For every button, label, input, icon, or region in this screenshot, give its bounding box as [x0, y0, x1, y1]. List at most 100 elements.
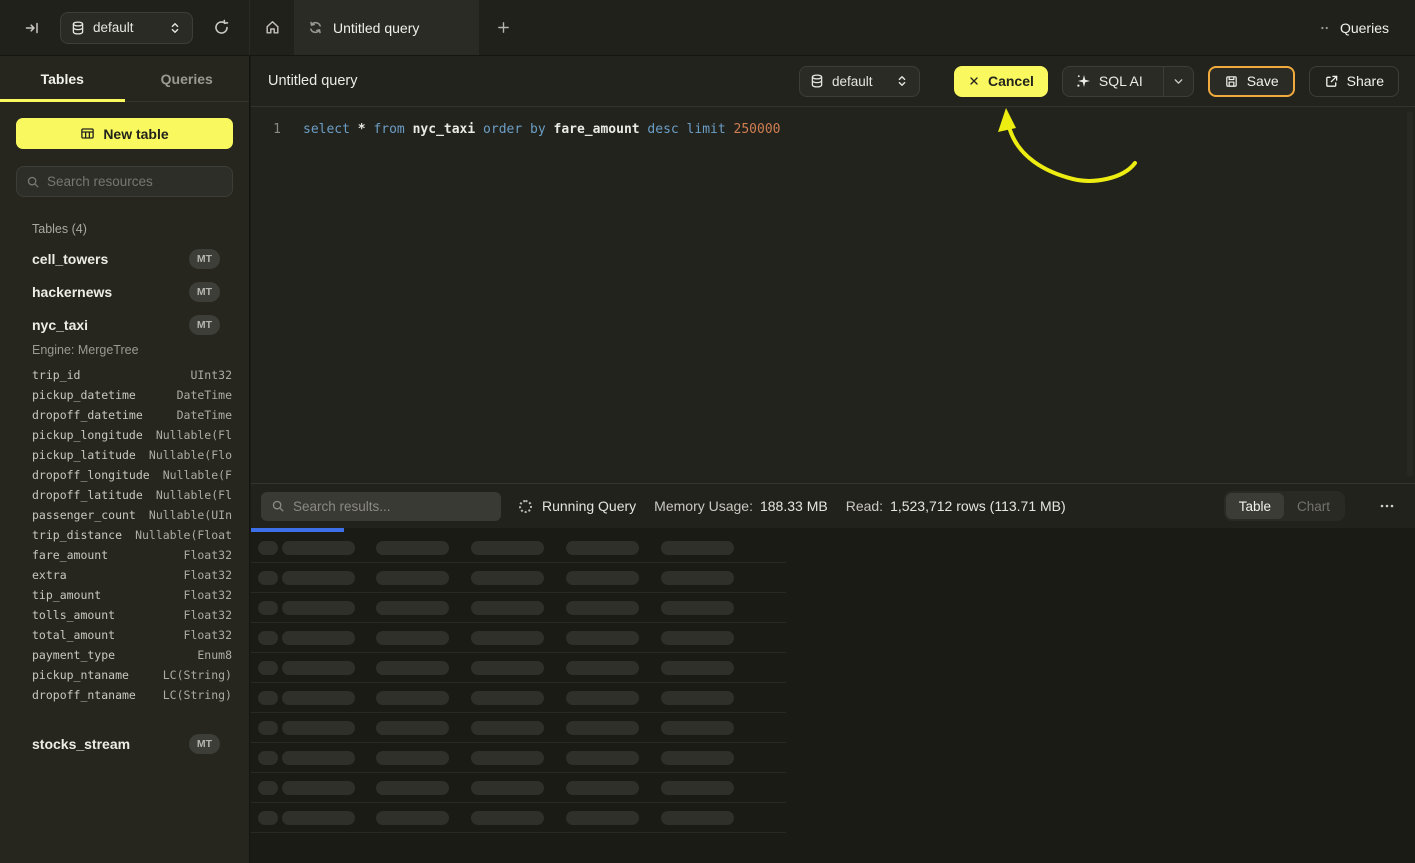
column-type: DateTime — [177, 388, 232, 402]
results-search-input[interactable] — [293, 499, 491, 514]
save-button[interactable]: Save — [1208, 66, 1295, 97]
column-row: pickup_ntanameLC(String) — [32, 665, 232, 685]
table-item-stocks_stream[interactable]: stocks_streamMT — [0, 727, 249, 760]
sql-editor[interactable]: 1 select * from nyc_taxi order by fare_a… — [251, 107, 1415, 483]
new-tab-button[interactable] — [479, 0, 527, 55]
topbar-database-selector[interactable]: default — [60, 12, 193, 44]
results-toolbar: Running Query Memory Usage: 188.33 MB Re… — [251, 483, 1415, 528]
query-progress-bar — [251, 528, 344, 532]
view-toggle-chart[interactable]: Chart — [1284, 493, 1343, 519]
memory-usage-stat: Memory Usage: 188.33 MB — [654, 498, 828, 514]
editor-scrollbar[interactable] — [1407, 111, 1413, 477]
skeleton-cell — [376, 751, 449, 765]
skeleton-cell — [282, 601, 355, 615]
home-tab-button[interactable] — [250, 0, 294, 55]
skeleton-cell — [258, 721, 278, 735]
skeleton-cell — [258, 661, 278, 675]
column-type: Float32 — [184, 588, 232, 602]
column-row: passenger_countNullable(UIn — [32, 505, 232, 525]
spacer — [0, 713, 249, 727]
skeleton-cell — [661, 811, 734, 825]
engine-badge: MT — [189, 315, 220, 335]
table-item-cell_towers[interactable]: cell_towersMT — [0, 242, 249, 275]
skeleton-cell — [258, 781, 278, 795]
line-number: 1 — [251, 121, 281, 139]
skeleton-cell — [661, 631, 734, 645]
cancel-label: Cancel — [988, 73, 1034, 89]
sql-token-identifier: nyc_taxi — [413, 122, 483, 137]
sidebar: TablesQueries New table Tables (4) cell_… — [0, 56, 250, 863]
column-row: trip_distanceNullable(Float — [32, 525, 232, 545]
results-menu-button[interactable] — [1379, 498, 1395, 514]
skeleton-cell — [282, 691, 355, 705]
sql-token-identifier: * — [358, 122, 374, 137]
column-type: Float32 — [184, 608, 232, 622]
refresh-button[interactable] — [207, 14, 235, 42]
skeleton-cell — [376, 631, 449, 645]
skeleton-cell — [282, 661, 355, 675]
skeleton-cell — [376, 781, 449, 795]
skeleton-cell — [282, 541, 355, 555]
sql-token-keyword: desc limit — [647, 122, 733, 137]
skeleton-cell — [376, 601, 449, 615]
skeleton-cell — [566, 541, 639, 555]
skeleton-cell — [661, 721, 734, 735]
column-name: fare_amount — [32, 548, 108, 562]
view-toggle-table[interactable]: Table — [1226, 493, 1284, 519]
skeleton-cell — [258, 631, 278, 645]
topbar-left: default — [0, 0, 250, 55]
skeleton-cell — [376, 571, 449, 585]
queries-nav-button[interactable]: Queries — [1308, 0, 1415, 55]
sql-ai-label: SQL AI — [1099, 73, 1143, 89]
resource-search-input[interactable] — [47, 174, 224, 189]
sql-ai-main[interactable]: SQL AI — [1063, 67, 1155, 96]
skeleton-cell — [282, 811, 355, 825]
sidebar-tabs: TablesQueries — [0, 56, 249, 102]
table-columns-list: trip_idUInt32pickup_datetimeDateTimedrop… — [0, 363, 249, 713]
search-icon — [26, 175, 40, 189]
loading-spinner-icon — [519, 500, 532, 513]
top-bar: default Untitled query Queries — [0, 0, 1415, 56]
column-type: Nullable(Flo — [149, 448, 232, 462]
column-row: dropoff_ntanameLC(String) — [32, 685, 232, 705]
table-engine-label: Engine: MergeTree — [0, 341, 249, 363]
sql-token-keyword: select — [303, 122, 358, 137]
sidebar-tab-queries[interactable]: Queries — [125, 56, 250, 101]
engine-badge: MT — [189, 734, 220, 754]
save-label: Save — [1247, 73, 1279, 89]
column-type: Float32 — [184, 548, 232, 562]
main-panel: Untitled query default Cancel SQL AI Sav… — [251, 56, 1415, 863]
table-item-nyc_taxi[interactable]: nyc_taxiMT — [0, 308, 249, 341]
chevron-updown-icon — [895, 74, 909, 88]
sidebar-tab-tables[interactable]: Tables — [0, 56, 125, 101]
skeleton-cell — [258, 691, 278, 705]
query-title: Untitled query — [268, 73, 785, 89]
query-database-selector[interactable]: default — [799, 66, 920, 97]
table-name: stocks_stream — [32, 736, 189, 752]
engine-badge: MT — [189, 282, 220, 302]
skeleton-cell — [661, 541, 734, 555]
database-icon — [810, 74, 824, 88]
skeleton-cell — [661, 571, 734, 585]
results-table-skeleton — [251, 533, 1415, 863]
sidebar-collapse-button[interactable] — [18, 14, 46, 42]
skeleton-row — [251, 593, 786, 623]
engine-badge: MT — [189, 249, 220, 269]
tab-untitled-query[interactable]: Untitled query — [294, 0, 479, 55]
share-button[interactable]: Share — [1309, 66, 1399, 97]
share-icon — [1324, 74, 1339, 89]
collapse-sidebar-icon — [24, 20, 40, 36]
skeleton-cell — [661, 751, 734, 765]
sql-token-keyword: from — [373, 122, 412, 137]
sql-ai-dropdown-button[interactable] — [1163, 67, 1193, 96]
column-row: dropoff_longitudeNullable(F — [32, 465, 232, 485]
table-item-hackernews[interactable]: hackernewsMT — [0, 275, 249, 308]
skeleton-cell — [566, 721, 639, 735]
cancel-button[interactable]: Cancel — [954, 66, 1048, 97]
ellipsis-icon — [1379, 498, 1395, 514]
skeleton-cell — [471, 541, 544, 555]
tab-strip: Untitled query Queries — [250, 0, 1415, 55]
new-table-button[interactable]: New table — [16, 118, 233, 149]
skeleton-cell — [376, 721, 449, 735]
column-row: tolls_amountFloat32 — [32, 605, 232, 625]
